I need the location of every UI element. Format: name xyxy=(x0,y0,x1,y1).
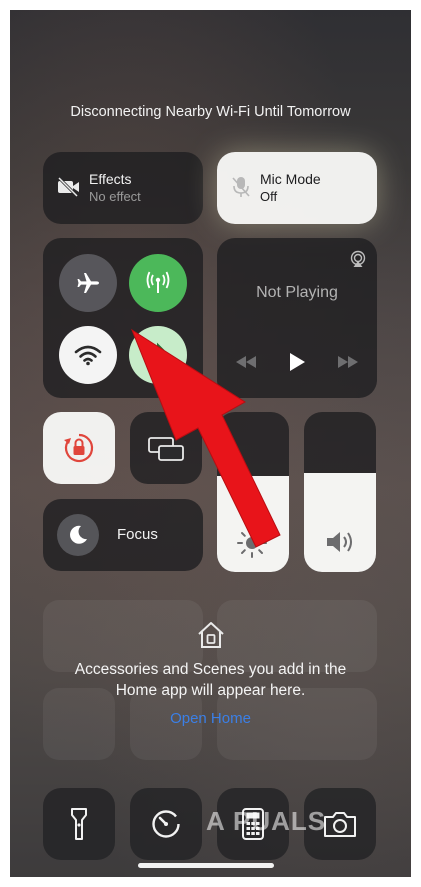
annotation-arrow xyxy=(130,328,281,548)
control-center: Disconnecting Nearby Wi-Fi Until Tomorro… xyxy=(10,10,411,877)
